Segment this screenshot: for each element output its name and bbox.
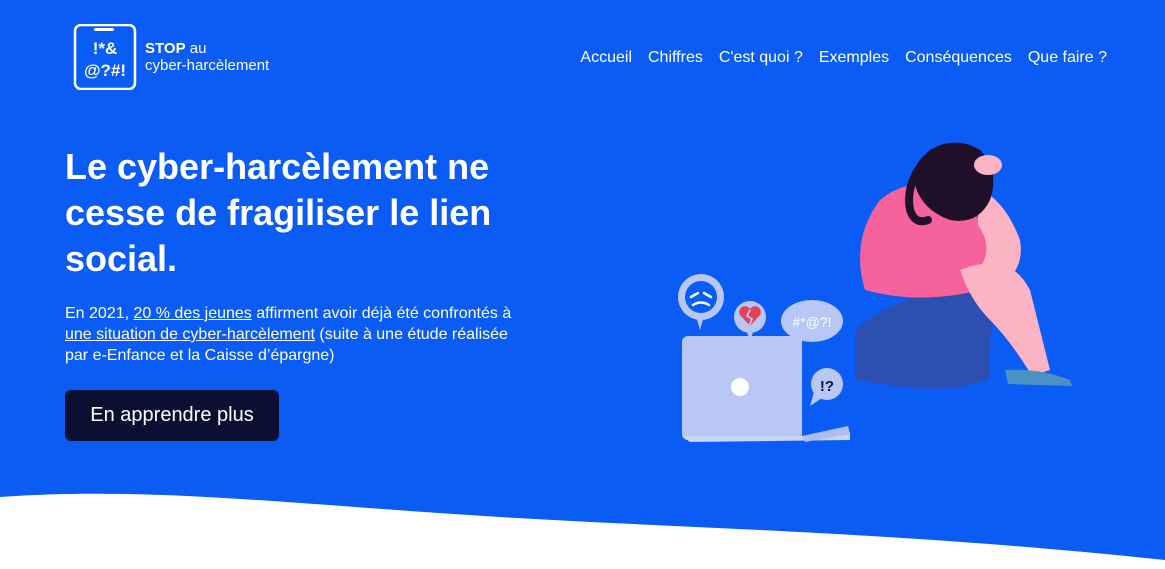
desc-text-2: affirment avoir déjà été confrontés à	[251, 305, 512, 322]
logo-brand-rest: au	[185, 40, 207, 57]
nav-item-cest-quoi[interactable]: C'est quoi ?	[719, 48, 803, 68]
alert-bubble-text: !?	[820, 378, 834, 395]
hero-illustration: #*@?! !?	[678, 142, 1072, 442]
desc-text-1: En 2021,	[65, 305, 134, 322]
hero-title: Le cyber-harcèlement ne cesse de fragili…	[65, 146, 492, 279]
swear-bubble-text: #*@?!	[792, 314, 831, 330]
nav-item-accueil[interactable]: Accueil	[580, 48, 632, 68]
logo-brand-bold: STOP	[145, 40, 186, 57]
stat-link[interactable]: 20 % des jeunes	[134, 305, 252, 322]
logo-brand-line2: cyber-harcèlement	[145, 57, 270, 74]
logo-symbols-line1: !*&	[93, 39, 118, 58]
main-nav: Accueil Chiffres C'est quoi ? Exemples C…	[564, 48, 1107, 68]
alert-bubble-icon: !?	[810, 368, 843, 406]
site-logo[interactable]: !*& @?#! STOP au cyber-harcèlement	[72, 24, 292, 92]
logo-symbols-line2: @?#!	[84, 61, 126, 80]
situation-link[interactable]: une situation de cyber-harcèlement	[65, 326, 315, 343]
angry-face-bubble-icon	[678, 274, 724, 330]
hero-description: En 2021, 20 % des jeunes affirment avoir…	[65, 303, 535, 366]
learn-more-button[interactable]: En apprendre plus	[65, 390, 279, 441]
nav-item-exemples[interactable]: Exemples	[819, 48, 889, 68]
broken-heart-bubble-icon	[734, 301, 766, 340]
sad-girl-figure	[855, 142, 1072, 389]
nav-item-consequences[interactable]: Conséquences	[905, 48, 1012, 68]
nav-item-chiffres[interactable]: Chiffres	[648, 48, 703, 68]
phone-logo-icon: !*& @?#!	[73, 24, 137, 90]
logo-wordmark: STOP au cyber-harcèlement	[145, 40, 269, 74]
nav-item-que-faire[interactable]: Que faire ?	[1028, 48, 1107, 68]
